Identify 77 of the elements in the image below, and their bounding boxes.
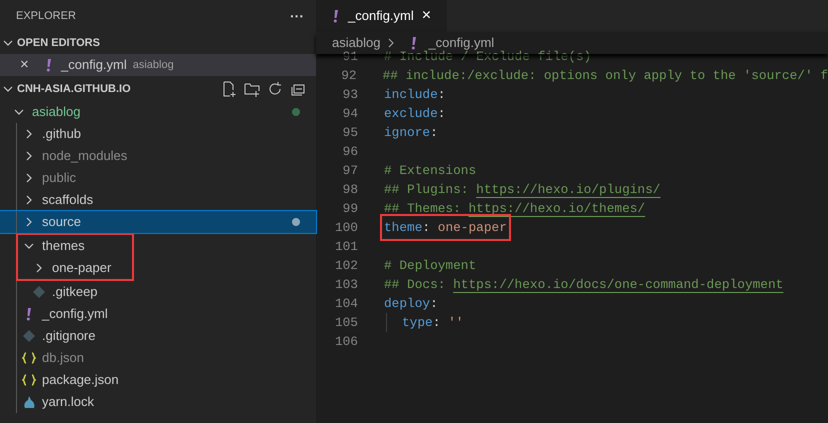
line-number: 93: [342, 86, 358, 104]
tree-item[interactable]: .gitkeep: [0, 281, 316, 303]
code-text: ## Themes: https://hexo.io/themes/: [384, 200, 646, 218]
folder-label: asiablog: [132, 58, 174, 73]
file-name: node_modules: [42, 147, 128, 166]
code-text: include:: [384, 86, 446, 104]
more-actions-button[interactable]: ···: [290, 6, 304, 26]
tree-item[interactable]: yarn.lock: [0, 391, 316, 413]
code-text: deploy:: [384, 294, 438, 313]
exclamation-icon: [45, 58, 53, 72]
chevron-right-icon: [386, 37, 396, 49]
file-name: asiablog: [32, 103, 80, 122]
code-text: theme: one-paper: [384, 220, 507, 235]
line-number: 94: [342, 104, 358, 123]
tree-item[interactable]: .gitignore: [0, 325, 316, 347]
section-header[interactable]: CNH-ASIA.GITHUB.IO: [0, 77, 316, 101]
tree-item[interactable]: .github: [0, 123, 316, 145]
section-header[interactable]: OPEN EDITORS: [0, 32, 316, 54]
tree-item[interactable]: db.json: [0, 347, 316, 369]
refresh-icon[interactable]: [267, 81, 283, 97]
exclamation-icon: [332, 9, 340, 23]
tree-item[interactable]: asiablog: [0, 101, 316, 123]
line-number: 99: [342, 200, 358, 218]
new-folder-icon[interactable]: [244, 81, 260, 97]
code-text: ## include:/exclude: options only apply to the 'source/' f: [382, 66, 828, 85]
exclamation-icon: [25, 307, 33, 321]
tree-item[interactable]: one-paper: [18, 257, 132, 279]
code-text: ## Docs: https://hexo.io/docs/one-command-deployment: [384, 276, 784, 294]
tree-item[interactable]: source: [0, 211, 316, 233]
file-name: .gitkeep: [52, 283, 98, 302]
line-number: 102: [334, 256, 358, 275]
tree-item[interactable]: scaffolds: [0, 189, 316, 211]
line-number: 98: [342, 180, 358, 199]
file-name: _config.yml: [61, 56, 127, 74]
line-number: 103: [334, 276, 358, 294]
line-number: 106: [334, 332, 358, 351]
braces-icon: [22, 374, 36, 386]
tree-item[interactable]: public: [0, 167, 316, 189]
braces-icon: [22, 352, 36, 364]
line-number: 101: [334, 238, 358, 256]
code-text: # Extensions: [384, 162, 476, 180]
line-number: 105: [334, 314, 358, 332]
file-name: scaffolds: [42, 191, 94, 210]
file-name: yarn.lock: [42, 393, 94, 412]
code-text: exclude:: [384, 104, 446, 123]
diamond-icon: [23, 330, 35, 342]
editor-tab[interactable]: _config.yml ×: [316, 0, 448, 32]
file-name: .gitignore: [42, 327, 96, 346]
close-button[interactable]: ×: [20, 54, 36, 76]
code-text: ignore:: [384, 124, 438, 142]
file-name: public: [42, 169, 76, 188]
code-text: ## Plugins: https://hexo.io/plugins/: [384, 180, 660, 199]
line-number: 100: [334, 218, 358, 237]
tree-item[interactable]: package.json: [0, 369, 316, 391]
file-name: one-paper: [52, 259, 112, 278]
file-name: db.json: [42, 349, 84, 368]
panel-title: EXPLORER: [16, 8, 76, 24]
line-number: 104: [334, 294, 358, 313]
code-text: type: '': [402, 314, 464, 332]
new-file-icon[interactable]: [221, 81, 237, 97]
file-name: .github: [42, 125, 82, 144]
exclamation-icon: [410, 36, 418, 50]
open-editor-item[interactable]: × _config.yml asiablog: [0, 54, 316, 76]
close-button[interactable]: ×: [422, 4, 432, 28]
tree-item[interactable]: node_modules: [0, 145, 316, 167]
line-number: 97: [342, 162, 358, 180]
file-name: source: [42, 213, 82, 232]
file-name: package.json: [42, 371, 119, 390]
line-number: 92: [340, 66, 357, 85]
diamond-icon: [33, 286, 45, 298]
file-name: _config.yml: [42, 305, 108, 324]
code-text: # Deployment: [384, 256, 476, 275]
line-number: 96: [342, 142, 358, 161]
file-name: themes: [42, 237, 85, 256]
line-number: 95: [342, 124, 358, 142]
tree-item[interactable]: themes: [18, 235, 132, 257]
tree-item[interactable]: _config.yml: [0, 303, 316, 325]
